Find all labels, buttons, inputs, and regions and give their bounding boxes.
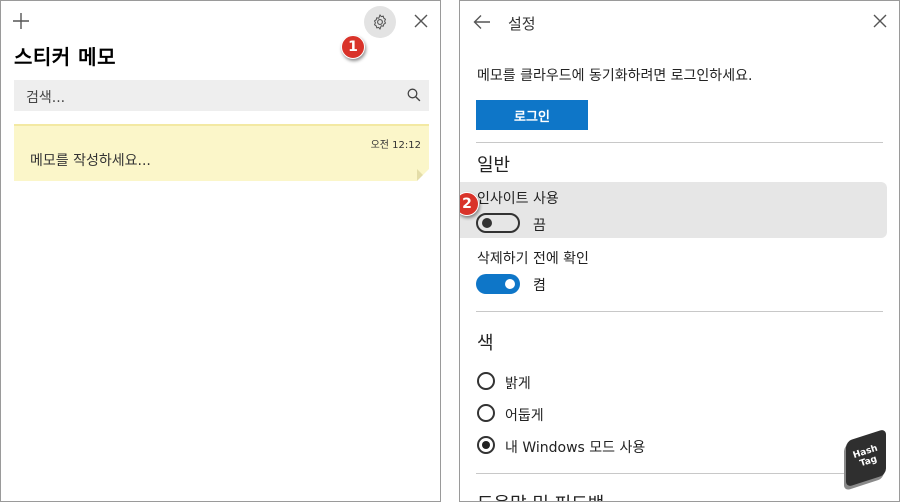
gear-icon [374, 14, 386, 30]
toggle-knob [505, 279, 515, 289]
radio-windows-mode-label: 내 Windows 모드 사용 [505, 440, 646, 456]
confirm-delete-state: 켬 [533, 278, 546, 294]
search-icon[interactable] [407, 88, 421, 102]
general-heading: 일반 [477, 155, 511, 176]
divider [476, 473, 883, 474]
sticky-notes-panel: 1 스티커 메모 검색... 오전 12:12 메모를 작성하세요... [0, 0, 441, 502]
color-heading: 색 [477, 333, 494, 354]
note-timestamp: 오전 12:12 [370, 140, 421, 151]
close-icon [414, 14, 428, 28]
radio-light-label: 밝게 [505, 376, 531, 392]
radio-dark[interactable] [477, 404, 495, 422]
insights-state: 끔 [533, 218, 546, 234]
step-badge-1: 1 [341, 35, 365, 59]
confirm-delete-label: 삭제하기 전에 확인 [477, 251, 589, 267]
back-arrow-icon [473, 15, 490, 29]
settings-title: 설정 [508, 15, 536, 33]
toggle-knob [482, 218, 492, 228]
app-title: 스티커 메모 [14, 45, 116, 69]
note-card[interactable]: 오전 12:12 메모를 작성하세요... [14, 124, 429, 181]
confirm-delete-toggle[interactable] [476, 274, 520, 294]
radio-selected-dot [482, 441, 490, 449]
close-button[interactable] [868, 9, 892, 33]
insights-toggle[interactable] [476, 213, 520, 233]
radio-windows-mode[interactable] [477, 436, 495, 454]
sync-message: 메모를 클라우드에 동기화하려면 로그인하세요. [477, 68, 753, 84]
hashtag-logo: Hash Tag [838, 428, 892, 489]
radio-dark-label: 어둡게 [505, 408, 544, 424]
login-button[interactable]: 로그인 [476, 100, 588, 130]
new-note-button[interactable] [9, 9, 33, 33]
divider [476, 142, 883, 143]
radio-light[interactable] [477, 372, 495, 390]
close-button[interactable] [409, 9, 433, 33]
note-preview: 메모를 작성하세요... [30, 153, 151, 169]
note-corner-cut [417, 169, 429, 181]
divider [476, 311, 883, 312]
insights-label: 인사이트 사용 [477, 191, 559, 207]
settings-panel: 설정 메모를 클라우드에 동기화하려면 로그인하세요. 로그인 일반 인사이트 … [459, 0, 900, 502]
help-feedback-heading: 도움말 및 피드백 [477, 490, 604, 501]
settings-button[interactable] [364, 6, 396, 38]
close-icon [873, 14, 887, 28]
search-placeholder: 검색... [26, 90, 66, 106]
plus-icon [13, 13, 29, 29]
search-input[interactable]: 검색... [14, 80, 429, 111]
back-button[interactable] [470, 10, 494, 34]
